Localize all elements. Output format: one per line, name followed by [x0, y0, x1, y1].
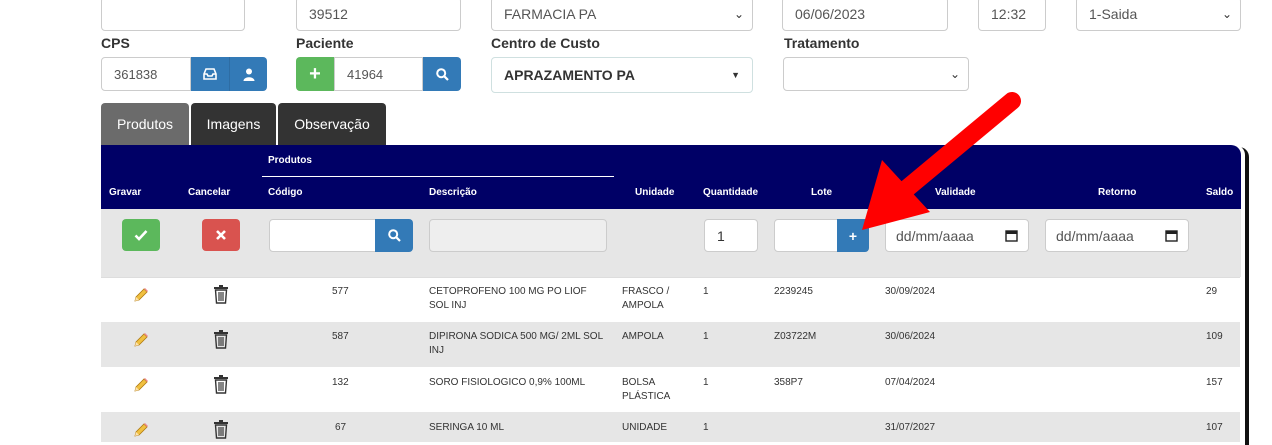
annotation-arrow-icon [862, 92, 1021, 230]
